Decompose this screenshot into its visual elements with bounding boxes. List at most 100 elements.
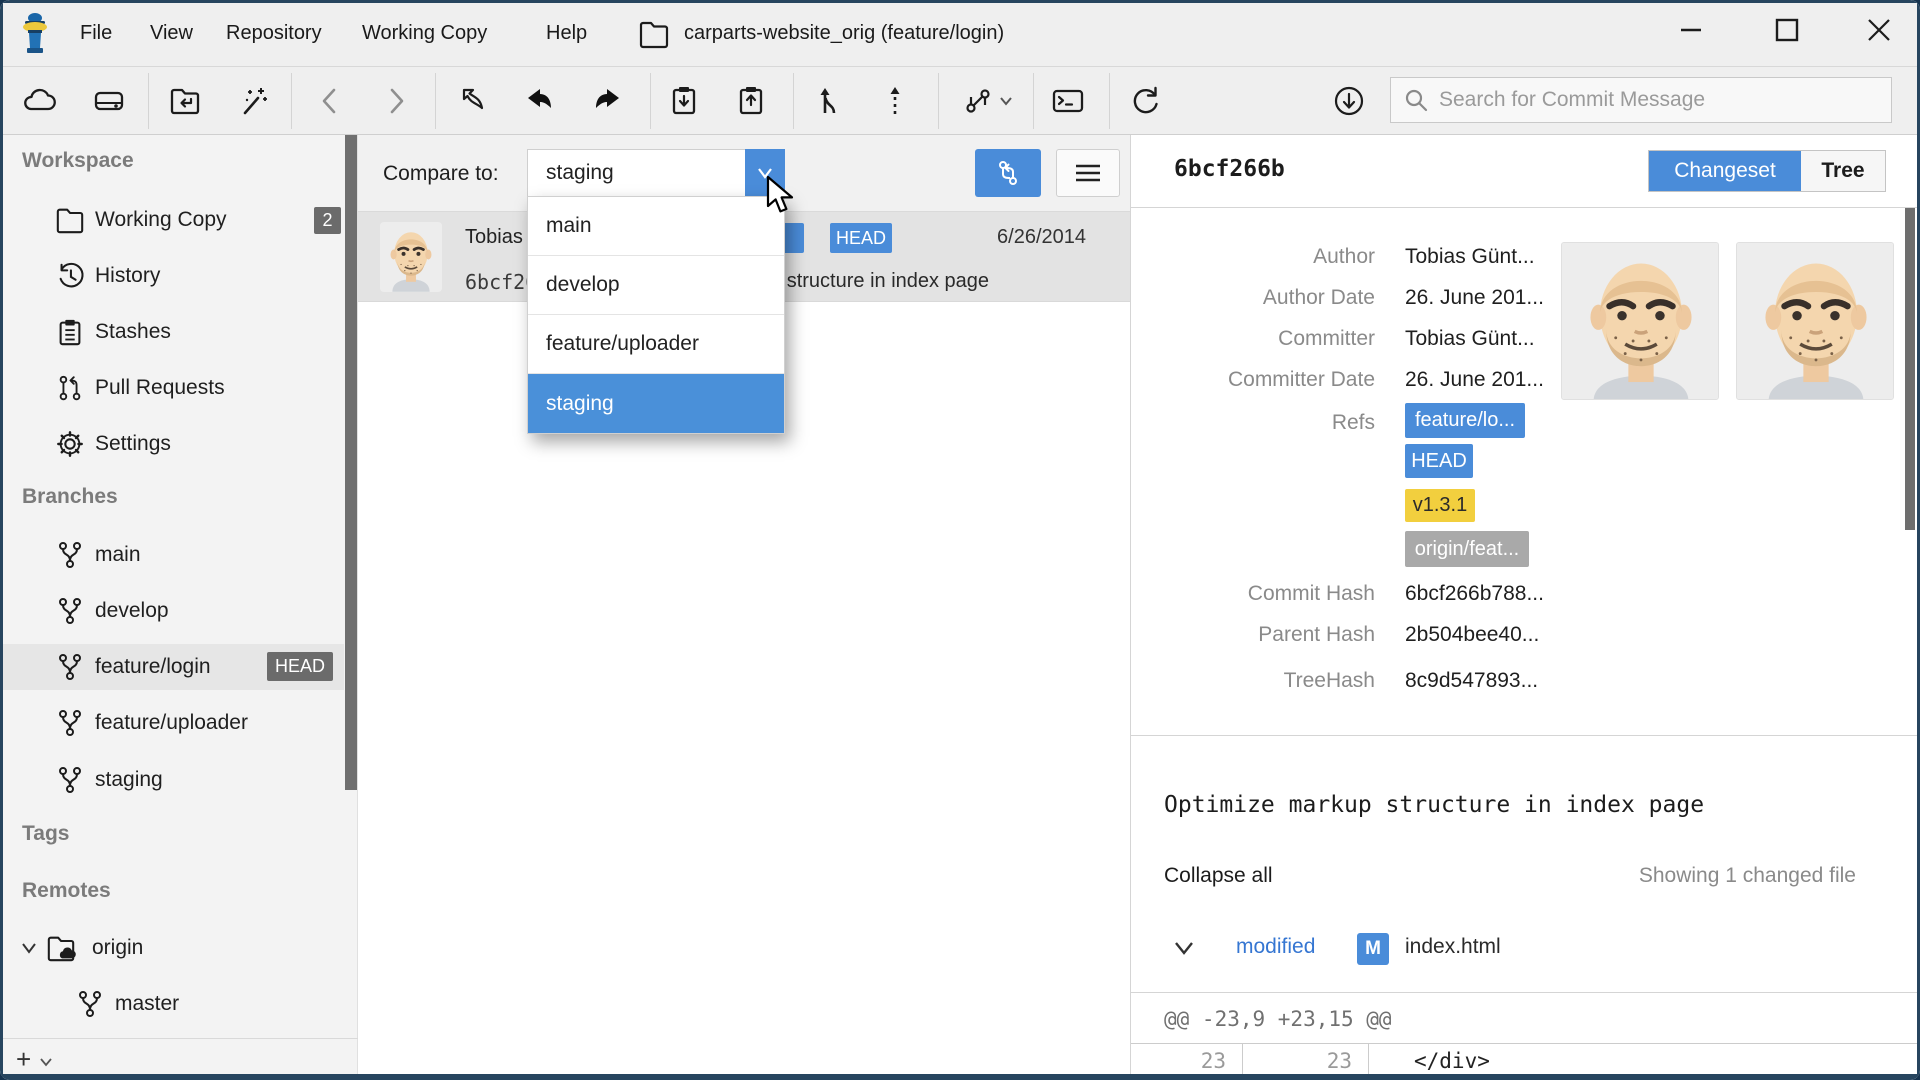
sidebar-item-label: Settings	[95, 432, 171, 456]
stash-pop-button[interactable]	[728, 78, 774, 124]
author-label: Author	[1131, 245, 1375, 269]
sidebar-branch-main[interactable]: main	[0, 532, 344, 578]
tree-hash-value: 8c9d547893...	[1405, 669, 1538, 693]
detail-header: 6bcf266b Changeset Tree	[1131, 135, 1920, 208]
local-repo-button[interactable]	[86, 78, 132, 124]
diff-line-row[interactable]: 23 23 </div>	[1131, 1043, 1920, 1076]
menu-file[interactable]: File	[76, 0, 116, 67]
diff-hunk-header: @@ -23,9 +23,15 @@	[1164, 1007, 1392, 1031]
dropdown-option-feature-uploader[interactable]: feature/uploader	[528, 315, 784, 374]
author-value: Tobias Günt...	[1405, 245, 1535, 269]
toolbar-separator	[435, 73, 436, 129]
file-name: index.html	[1405, 935, 1501, 959]
stash-button[interactable]	[661, 78, 707, 124]
chevron-right-icon	[379, 84, 413, 118]
menu-repository[interactable]: Repository	[222, 0, 326, 67]
magic-wand-icon	[235, 83, 271, 119]
terminal-button[interactable]	[1045, 78, 1091, 124]
menu-view-label: View	[150, 22, 193, 45]
sidebar-branch-develop[interactable]: develop	[0, 588, 344, 634]
sidebar-item-label: origin	[92, 936, 143, 960]
maximize-button[interactable]	[1752, 0, 1822, 60]
branch-actions-button[interactable]	[952, 78, 1022, 124]
maximize-icon	[1775, 18, 1799, 42]
remote-folder-icon	[46, 933, 76, 963]
author-avatar-image	[1561, 242, 1719, 400]
compare-branches-button[interactable]	[975, 149, 1041, 197]
folder-icon	[55, 205, 85, 235]
cloud-button[interactable]	[16, 78, 62, 124]
circle-arrow-down-icon	[1330, 82, 1368, 120]
toolbar-separator	[291, 73, 292, 129]
mouse-cursor	[766, 175, 800, 215]
sidebar-item-settings[interactable]: Settings	[0, 421, 344, 467]
sidebar-item-label: Stashes	[95, 320, 171, 344]
history-forward-button[interactable]	[373, 78, 419, 124]
parent-hash-label: Parent Hash	[1131, 623, 1375, 647]
dropdown-option-staging[interactable]: staging	[528, 374, 784, 433]
menu-view[interactable]: View	[146, 0, 197, 67]
menu-working-copy[interactable]: Working Copy	[358, 0, 491, 67]
minimize-button[interactable]	[1656, 0, 1726, 60]
history-back-button[interactable]	[307, 78, 353, 124]
redo-button[interactable]	[584, 78, 630, 124]
refresh-button[interactable]	[1123, 78, 1169, 124]
cherry-pick-button[interactable]	[872, 78, 918, 124]
window-border-left	[0, 0, 3, 1080]
undo-button[interactable]	[517, 78, 563, 124]
toolbar-separator	[1033, 73, 1034, 129]
clipboard-up-icon	[733, 83, 769, 119]
open-repo-button[interactable]	[162, 78, 208, 124]
dropdown-option-develop[interactable]: develop	[528, 256, 784, 315]
history-icon	[55, 261, 85, 291]
window-title-text: carparts-website_orig (feature/login)	[684, 22, 1004, 45]
collapse-all-link[interactable]: Collapse all	[1164, 864, 1273, 888]
close-icon	[1867, 18, 1891, 42]
refs-label: Refs	[1131, 411, 1375, 435]
refresh-icon	[1128, 83, 1164, 119]
sidebar-remote-branch-master[interactable]: master	[0, 981, 344, 1027]
dropdown-option-main[interactable]: main	[528, 197, 784, 256]
compare-branch-select[interactable]: staging	[527, 149, 785, 197]
sidebar-remote-origin[interactable]: origin	[0, 925, 344, 971]
search-input[interactable]	[1439, 88, 1879, 112]
ref-badge-origin: origin/feat...	[1405, 531, 1529, 567]
sidebar-header-branches: Branches	[22, 485, 118, 509]
collapse-chevron-icon[interactable]	[1173, 940, 1195, 956]
app-window: File View Repository Working Copy Help c…	[0, 0, 1920, 1080]
sidebar-branch-feature-uploader[interactable]: feature/uploader	[0, 700, 344, 746]
close-button[interactable]	[1844, 0, 1914, 60]
add-repo-button[interactable]: +	[16, 1044, 31, 1075]
tab-tree[interactable]: Tree	[1801, 151, 1885, 191]
commit-date: 6/26/2014	[958, 226, 1086, 249]
checkout-button[interactable]	[451, 78, 497, 124]
sidebar-branch-staging[interactable]: staging	[0, 757, 344, 803]
diff-old-line-number: 23	[1131, 1044, 1243, 1077]
sidebar-item-stashes[interactable]: Stashes	[0, 309, 344, 355]
commit-list-panel: Compare to: staging	[358, 135, 1130, 1080]
chevron-down-small-icon[interactable]	[39, 1056, 53, 1068]
toolbar	[0, 67, 1920, 135]
diff-code-text: </div>	[1369, 1044, 1920, 1077]
sidebar-item-working-copy[interactable]: Working Copy 2	[0, 197, 344, 243]
list-options-button[interactable]	[1056, 149, 1120, 197]
menu-help[interactable]: Help	[542, 0, 591, 67]
committer-value: Tobias Günt...	[1405, 327, 1535, 351]
branch-icon	[55, 652, 85, 682]
commit-detail-panel: 6bcf266b Changeset Tree Author Tobias Gü…	[1130, 135, 1920, 1080]
changeset-commit-message: Optimize markup structure in index page	[1164, 792, 1704, 818]
chevron-left-icon	[313, 84, 347, 118]
quick-actions-button[interactable]	[230, 78, 276, 124]
changed-file-row[interactable]: modified M index.html	[1131, 907, 1920, 993]
chevron-down-icon[interactable]	[20, 941, 38, 955]
sidebar-item-label: main	[95, 543, 141, 567]
sidebar-item-pull-requests[interactable]: Pull Requests	[0, 365, 344, 411]
sidebar-item-history[interactable]: History	[0, 253, 344, 299]
detail-scrollbar[interactable]	[1905, 208, 1915, 530]
merge-button[interactable]	[806, 78, 852, 124]
tab-changeset[interactable]: Changeset	[1649, 151, 1801, 191]
sidebar-scrollbar[interactable]	[345, 135, 357, 790]
sidebar-branch-feature-login[interactable]: feature/login HEAD	[0, 644, 344, 690]
fetch-indicator-button[interactable]	[1326, 78, 1372, 124]
hamburger-icon	[1073, 162, 1103, 184]
